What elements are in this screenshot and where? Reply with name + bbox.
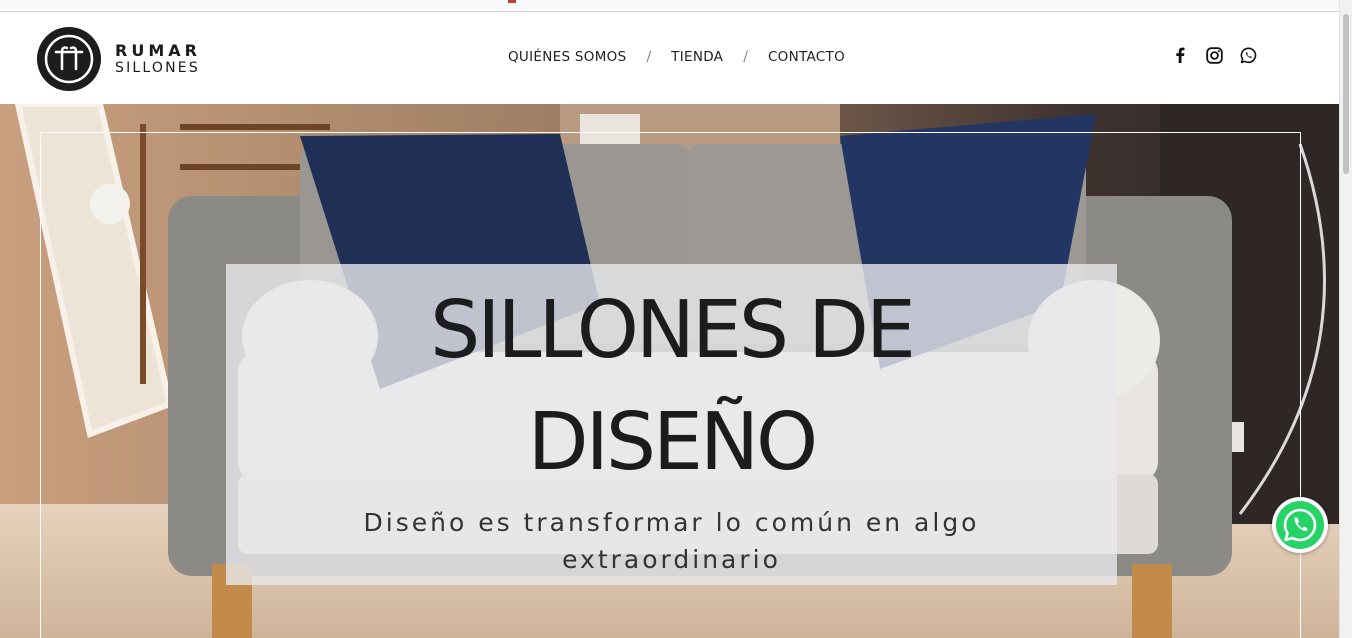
whatsapp-icon (1276, 501, 1324, 549)
logo[interactable]: RUMAR SILLONES (37, 27, 201, 91)
facebook-icon[interactable] (1170, 45, 1190, 65)
nav-tienda[interactable]: TIENDA (671, 49, 723, 65)
instagram-icon[interactable] (1204, 45, 1224, 65)
nav-contacto[interactable]: CONTACTO (768, 49, 845, 65)
top-strip-accent (508, 0, 516, 3)
whatsapp-float-button[interactable] (1272, 497, 1328, 553)
scrollbar-thumb[interactable] (1343, 14, 1349, 174)
top-strip (0, 0, 1340, 12)
whatsapp-icon[interactable] (1238, 45, 1258, 65)
brand-name: RUMAR (115, 41, 201, 60)
hero-title: SILLONES DE DISEÑO (226, 274, 1117, 498)
page-scrollbar[interactable] (1339, 0, 1352, 638)
logo-text: RUMAR SILLONES (115, 41, 201, 76)
nav-quienes-somos[interactable]: QUIÉNES SOMOS (508, 49, 626, 65)
nav-separator: / (646, 49, 652, 65)
hero-title-line1: SILLONES DE (430, 284, 916, 376)
brand-tagline: SILLONES (115, 60, 200, 76)
hero-title-line2: DISEÑO (527, 396, 818, 488)
logo-mark-icon (37, 27, 101, 91)
social-links (1170, 45, 1272, 65)
hero-banner: SILLONES DE DISEÑO Diseño es transformar… (0, 104, 1340, 638)
main-nav: QUIÉNES SOMOS / TIENDA / CONTACTO (508, 49, 845, 65)
hero-subtitle: Diseño es transformar lo común en algo e… (363, 508, 980, 574)
nav-separator: / (743, 49, 748, 65)
hero-text-box: SILLONES DE DISEÑO Diseño es transformar… (226, 264, 1117, 585)
site-header: RUMAR SILLONES QUIÉNES SOMOS / TIENDA / … (0, 12, 1340, 104)
